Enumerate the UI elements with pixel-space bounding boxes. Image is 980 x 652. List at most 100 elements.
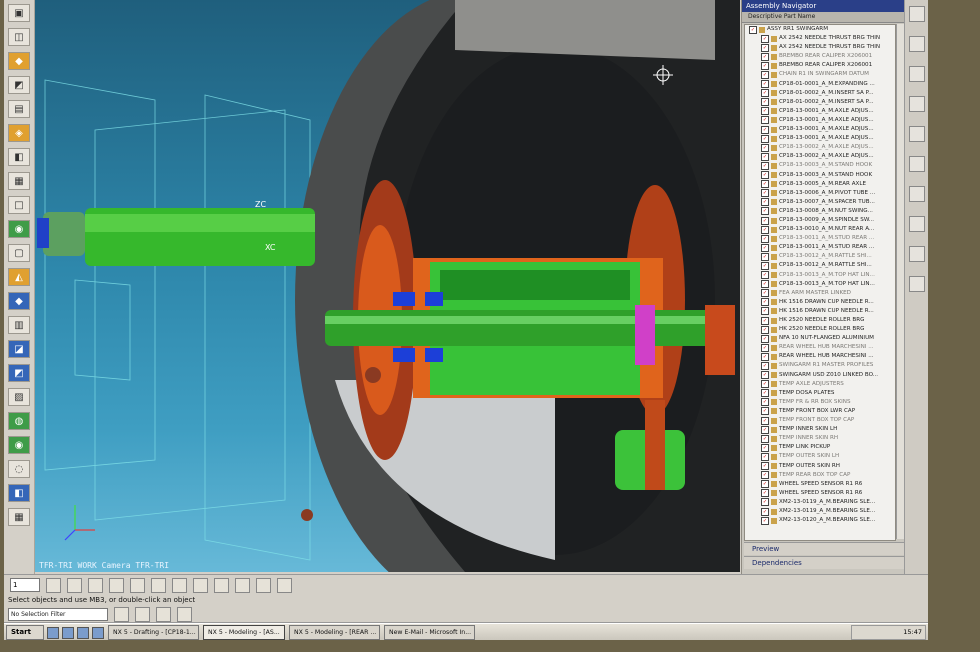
checkbox-icon[interactable]: ✓ <box>761 161 769 170</box>
toolbar-icon-1[interactable]: ▣ <box>8 4 30 22</box>
toolbar-icon-12[interactable]: ◭ <box>8 268 30 286</box>
tree-row[interactable]: ✓ CP18-13-0003_A_M.STAND HOOK <box>745 161 895 170</box>
tree-row[interactable]: ✓ XM2-13-0120_A_M.BEARING SLE... <box>745 516 895 525</box>
checkbox-icon[interactable]: ✓ <box>761 289 769 298</box>
checkbox-icon[interactable]: ✓ <box>761 225 769 234</box>
resource-icon-8[interactable] <box>909 216 925 232</box>
snap-icon-10[interactable] <box>235 577 250 593</box>
resource-icon-1[interactable] <box>909 6 925 22</box>
selection-icon-3[interactable] <box>156 606 171 622</box>
snap-icon-9[interactable] <box>214 577 229 593</box>
tree-row[interactable]: ✓ CP18-13-0013_A_M.TOP HAT LIN... <box>745 271 895 280</box>
tree-row[interactable]: ✓ HK 1516 DRAWN CUP NEEDLE R... <box>745 298 895 307</box>
checkbox-icon[interactable]: ✓ <box>761 252 769 261</box>
checkbox-icon[interactable]: ✓ <box>761 125 769 134</box>
tree-row[interactable]: ✓ BREMBO REAR CALIPER X206001 <box>745 61 895 70</box>
snap-icon-8[interactable] <box>193 577 208 593</box>
checkbox-icon[interactable]: ✓ <box>761 171 769 180</box>
toolbar-icon-8[interactable]: ▦ <box>8 172 30 190</box>
checkbox-icon[interactable]: ✓ <box>761 80 769 89</box>
toolbar-icon-6[interactable]: ◈ <box>8 124 30 142</box>
tree-row[interactable]: ✓ AX 2542 NEEDLE THRUST BRG THIN <box>745 43 895 52</box>
graphics-viewport[interactable]: ZC XC TFR-TRI WORK Camera TFR-TRI <box>35 0 740 572</box>
checkbox-icon[interactable]: ✓ <box>761 298 769 307</box>
checkbox-icon[interactable]: ✓ <box>761 316 769 325</box>
checkbox-icon[interactable]: ✓ <box>761 207 769 216</box>
toolbar-icon-13[interactable]: ◆ <box>8 292 30 310</box>
tree-row[interactable]: ✓ TEMP FR & RR BOX SKINS <box>745 398 895 407</box>
toolbar-icon-2[interactable]: ◫ <box>8 28 30 46</box>
tree-row[interactable]: ✓ HK 2520 NEEDLE ROLLER BRG <box>745 316 895 325</box>
toolbar-icon-22[interactable]: ▦ <box>8 508 30 526</box>
tree-row[interactable]: ✓ CP18-13-0009_A_M.SPINDLE SW... <box>745 216 895 225</box>
selection-filter[interactable]: No Selection Filter <box>8 607 108 621</box>
tree-row[interactable]: ✓ CP18-13-0003_A_M.STAND HOOK <box>745 171 895 180</box>
quicklaunch-icon-3[interactable] <box>77 626 89 639</box>
checkbox-icon[interactable]: ✓ <box>761 462 769 471</box>
checkbox-icon[interactable]: ✓ <box>761 107 769 116</box>
toolbar-icon-4[interactable]: ◩ <box>8 76 30 94</box>
layer-select[interactable]: 1 <box>10 578 40 592</box>
checkbox-icon[interactable]: ✓ <box>761 52 769 61</box>
tree-row[interactable]: ✓ NFA 10 NUT-FLANGED ALUMINIUM <box>745 334 895 343</box>
checkbox-icon[interactable]: ✓ <box>761 498 769 507</box>
toolbar-icon-19[interactable]: ◉ <box>8 436 30 454</box>
checkbox-icon[interactable]: ✓ <box>761 280 769 289</box>
tree-row[interactable]: ✓ TEMP LINK PICKUP <box>745 443 895 452</box>
tree-row[interactable]: ✓ CP18-01-0002_A_M.INSERT SA P... <box>745 98 895 107</box>
tree-row[interactable]: ✓ ASSY RR1 SWINGARM <box>745 25 895 34</box>
checkbox-icon[interactable]: ✓ <box>761 389 769 398</box>
checkbox-icon[interactable]: ✓ <box>761 425 769 434</box>
system-tray-clock[interactable]: 15:47 <box>851 625 926 640</box>
tree-row[interactable]: ✓ TEMP OUTER SKIN RH <box>745 462 895 471</box>
navigator-tree[interactable]: ✓ ASSY RR1 SWINGARM ✓ AX 2542 NEEDLE THRUST… <box>744 24 896 541</box>
snap-icon-5[interactable] <box>130 577 145 593</box>
tree-row[interactable]: ✓ CP18-01-0001_A_M.EXPANDING ... <box>745 80 895 89</box>
resource-icon-7[interactable] <box>909 186 925 202</box>
tree-row[interactable]: ✓ REAR WHEEL HUB MARCHESINI ... <box>745 343 895 352</box>
toolbar-icon-17[interactable]: ▨ <box>8 388 30 406</box>
tree-row[interactable]: ✓ CP18-13-0002_A_M.AXLE ADJUS... <box>745 152 895 161</box>
tree-row[interactable]: ✓ AX 2542 NEEDLE THRUST BRG THIN <box>745 34 895 43</box>
toolbar-icon-16[interactable]: ◩ <box>8 364 30 382</box>
snap-icon-6[interactable] <box>151 577 166 593</box>
checkbox-icon[interactable]: ✓ <box>761 362 769 371</box>
tree-row[interactable]: ✓ CP18-13-0012_A_M.RATTLE SHI... <box>745 261 895 270</box>
tree-row[interactable]: ✓ TEMP REAR BOX TOP CAP <box>745 471 895 480</box>
tree-row[interactable]: ✓ BREMBO REAR CALIPER X206001 <box>745 52 895 61</box>
tree-row[interactable]: ✓ TEMP AXLE ADJUSTERS <box>745 380 895 389</box>
tree-row[interactable]: ✓ FEA ARM MASTER LINKED <box>745 289 895 298</box>
tree-row[interactable]: ✓ CHAIN R1 IN SWINGARM DATUM <box>745 70 895 80</box>
checkbox-icon[interactable]: ✓ <box>761 516 769 525</box>
quicklaunch-icon-4[interactable] <box>92 626 104 639</box>
tree-row[interactable]: ✓ TEMP FRONT BOX TOP CAP <box>745 416 895 425</box>
checkbox-icon[interactable]: ✓ <box>761 116 769 125</box>
checkbox-icon[interactable]: ✓ <box>761 89 769 98</box>
checkbox-icon[interactable]: ✓ <box>761 407 769 416</box>
snap-icon-4[interactable] <box>109 577 124 593</box>
checkbox-icon[interactable]: ✓ <box>761 243 769 252</box>
tree-row[interactable]: ✓ SWINGARM USD Z010 LINKED BO... <box>745 371 895 380</box>
resource-icon-6[interactable] <box>909 156 925 172</box>
checkbox-icon[interactable]: ✓ <box>761 61 769 70</box>
tree-row[interactable]: ✓ TEMP OUTER SKIN LH <box>745 452 895 461</box>
toolbar-icon-15[interactable]: ◪ <box>8 340 30 358</box>
snap-icon-7[interactable] <box>172 577 187 593</box>
checkbox-icon[interactable]: ✓ <box>761 434 769 443</box>
tree-row[interactable]: ✓ CP18-13-0001_A_M.AXLE ADJUS... <box>745 116 895 125</box>
tree-row[interactable]: ✓ XM2-13-0119_A_M.BEARING SLE... <box>745 507 895 516</box>
quicklaunch-icon-2[interactable] <box>62 626 74 639</box>
checkbox-icon[interactable]: ✓ <box>761 307 769 316</box>
snap-icon-3[interactable] <box>88 577 103 593</box>
selection-icon-1[interactable] <box>114 606 129 622</box>
toolbar-icon-3[interactable]: ◆ <box>8 52 30 70</box>
tree-row[interactable]: ✓ HK 1516 DRAWN CUP NEEDLE R... <box>745 307 895 316</box>
checkbox-icon[interactable]: ✓ <box>761 216 769 225</box>
tree-row[interactable]: ✓ TEMP FRONT BOX LWR CAP <box>745 407 895 416</box>
tree-row[interactable]: ✓ CP18-13-0001_A_M.AXLE ADJUS... <box>745 134 895 143</box>
tree-row[interactable]: ✓ CP18-13-0011_A_M.STUD REAR ... <box>745 234 895 243</box>
checkbox-icon[interactable]: ✓ <box>761 143 769 152</box>
task-nx-modeling-as[interactable]: NX 5 - Modeling - [AS... <box>203 625 285 640</box>
selection-icon-4[interactable] <box>177 606 192 622</box>
toolbar-icon-7[interactable]: ◧ <box>8 148 30 166</box>
